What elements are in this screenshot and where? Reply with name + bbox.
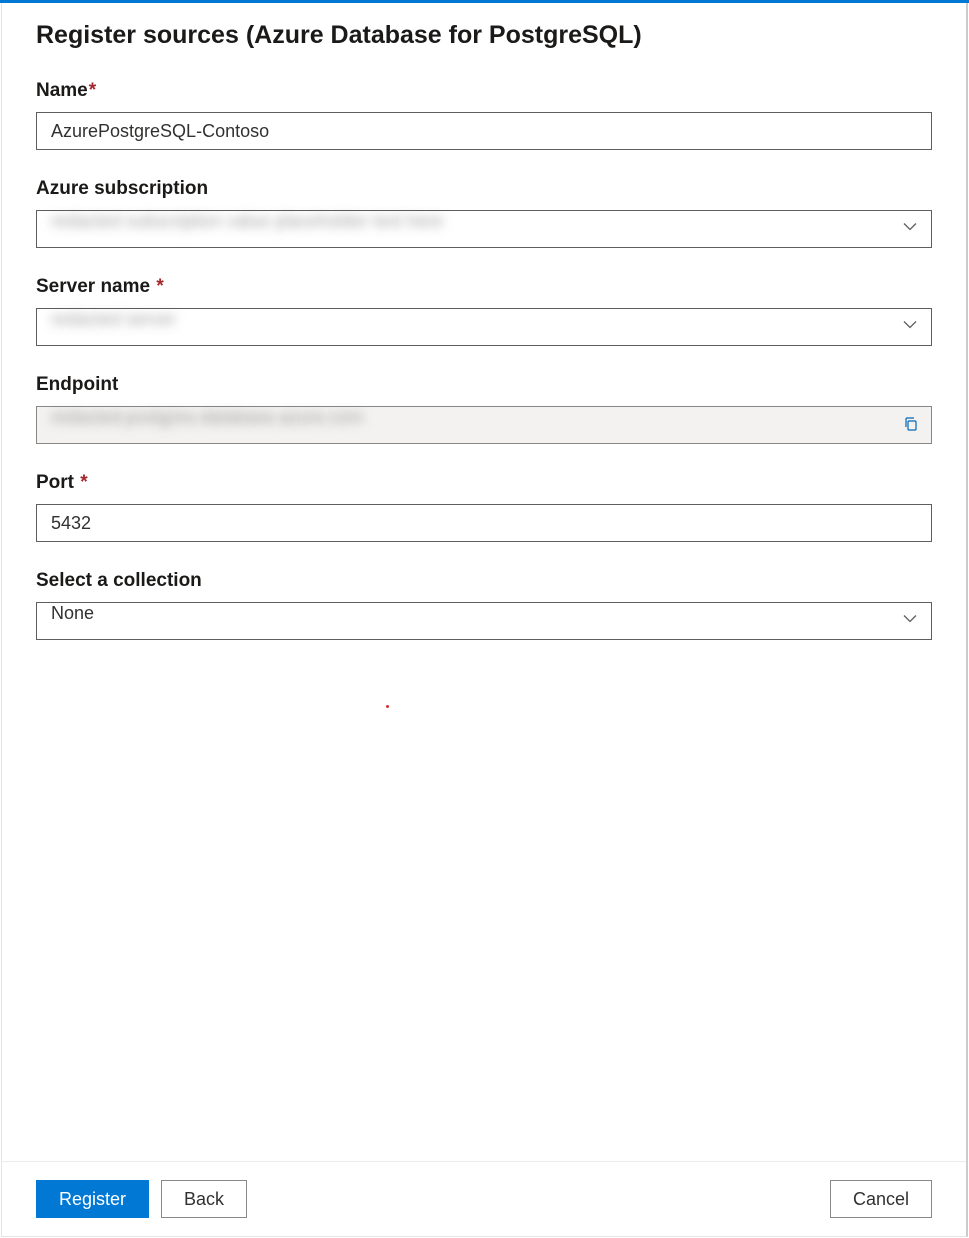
port-label-text: Port — [36, 472, 74, 493]
endpoint-readonly-wrapper: redacted.postgres.database.azure.com — [36, 406, 932, 444]
port-label: Port * — [36, 472, 932, 494]
form-content: Register sources (Azure Database for Pos… — [2, 3, 966, 1161]
required-indicator: * — [80, 472, 87, 493]
name-field-group: Name* — [36, 80, 932, 150]
page-title: Register sources (Azure Database for Pos… — [36, 21, 932, 50]
decorative-dot — [386, 705, 389, 708]
panel-footer: Register Back Cancel — [2, 1161, 966, 1236]
endpoint-readonly: redacted.postgres.database.azure.com — [36, 406, 932, 444]
cancel-button[interactable]: Cancel — [830, 1180, 932, 1218]
back-button[interactable]: Back — [161, 1180, 247, 1218]
server-name-select-wrapper: redacted server — [36, 308, 932, 346]
endpoint-label: Endpoint — [36, 374, 932, 396]
name-label: Name* — [36, 80, 932, 102]
port-input[interactable] — [36, 504, 932, 542]
required-indicator: * — [89, 80, 96, 101]
name-label-text: Name — [36, 80, 88, 101]
subscription-select-wrapper: redacted subscription value placeholder … — [36, 210, 932, 248]
subscription-label: Azure subscription — [36, 178, 932, 200]
server-name-value-redacted: redacted server — [51, 309, 176, 329]
copy-icon — [903, 416, 919, 435]
server-name-label-text: Server name — [36, 276, 150, 297]
endpoint-value-redacted: redacted.postgres.database.azure.com — [51, 407, 363, 427]
copy-endpoint-button[interactable] — [900, 414, 922, 436]
register-button[interactable]: Register — [36, 1180, 149, 1218]
name-input[interactable] — [36, 112, 932, 150]
collection-select[interactable]: None — [36, 602, 932, 640]
register-sources-panel: Register sources (Azure Database for Pos… — [1, 3, 968, 1237]
server-name-label: Server name * — [36, 276, 932, 298]
subscription-select[interactable]: redacted subscription value placeholder … — [36, 210, 932, 248]
collection-value: None — [51, 603, 94, 623]
server-name-field-group: Server name * redacted server — [36, 276, 932, 346]
server-name-select[interactable]: redacted server — [36, 308, 932, 346]
required-indicator: * — [156, 276, 163, 297]
collection-label: Select a collection — [36, 570, 932, 592]
port-field-group: Port * — [36, 472, 932, 542]
subscription-field-group: Azure subscription redacted subscription… — [36, 178, 932, 248]
subscription-value-redacted: redacted subscription value placeholder … — [51, 211, 443, 231]
endpoint-field-group: Endpoint redacted.postgres.database.azur… — [36, 374, 932, 444]
collection-field-group: Select a collection None — [36, 570, 932, 640]
collection-select-wrapper: None — [36, 602, 932, 640]
